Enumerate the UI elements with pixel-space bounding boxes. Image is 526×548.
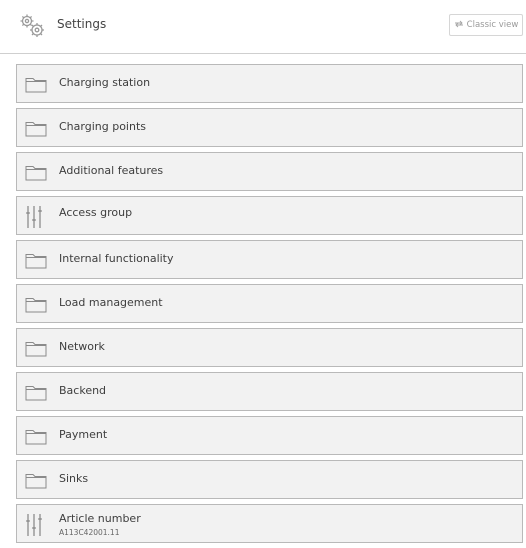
folder-icon xyxy=(25,385,47,405)
list-item-backend[interactable]: Backend xyxy=(16,372,523,411)
sliders-icon xyxy=(24,205,44,233)
list-item-internal-functionality[interactable]: Internal functionality xyxy=(16,240,523,279)
classic-view-button[interactable]: Classic view xyxy=(449,14,523,36)
gear-icon xyxy=(19,13,47,39)
list-item-sinks[interactable]: Sinks xyxy=(16,460,523,499)
settings-list: Charging station Charging points Additio… xyxy=(16,64,523,548)
list-item-article-number[interactable]: Article number A113C42001.11 xyxy=(16,504,523,543)
folder-icon xyxy=(25,429,47,449)
list-item-label: Article number xyxy=(59,512,141,525)
swap-arrows-icon xyxy=(454,20,464,31)
folder-icon xyxy=(25,473,47,493)
list-item-label: Charging points xyxy=(59,120,146,133)
classic-view-label: Classic view xyxy=(466,20,519,30)
list-item-payment[interactable]: Payment xyxy=(16,416,523,455)
list-item-network[interactable]: Network xyxy=(16,328,523,367)
settings-header: Settings Classic view xyxy=(0,0,526,54)
list-item-charging-points[interactable]: Charging points xyxy=(16,108,523,147)
list-item-label: Sinks xyxy=(59,472,89,485)
folder-icon xyxy=(25,297,47,317)
list-item-charging-station[interactable]: Charging station xyxy=(16,64,523,103)
list-item-label: Access group xyxy=(59,206,133,219)
folder-icon xyxy=(25,77,47,97)
list-item-label: Internal functionality xyxy=(59,252,174,265)
list-item-label: Charging station xyxy=(59,76,151,89)
folder-icon xyxy=(25,341,47,361)
page-title: Settings xyxy=(57,17,107,31)
list-item-label: Network xyxy=(59,340,105,353)
list-item-access-group[interactable]: Access group xyxy=(16,196,523,235)
article-number-value: A113C42001.11 xyxy=(59,528,120,537)
list-item-label: Additional features xyxy=(59,164,164,177)
folder-icon xyxy=(25,121,47,141)
list-item-load-management[interactable]: Load management xyxy=(16,284,523,323)
list-item-additional-features[interactable]: Additional features xyxy=(16,152,523,191)
folder-icon xyxy=(25,165,47,185)
list-item-label: Load management xyxy=(59,296,163,309)
folder-icon xyxy=(25,253,47,273)
list-item-label: Backend xyxy=(59,384,107,397)
sliders-icon xyxy=(24,513,44,541)
list-item-label: Payment xyxy=(59,428,108,441)
